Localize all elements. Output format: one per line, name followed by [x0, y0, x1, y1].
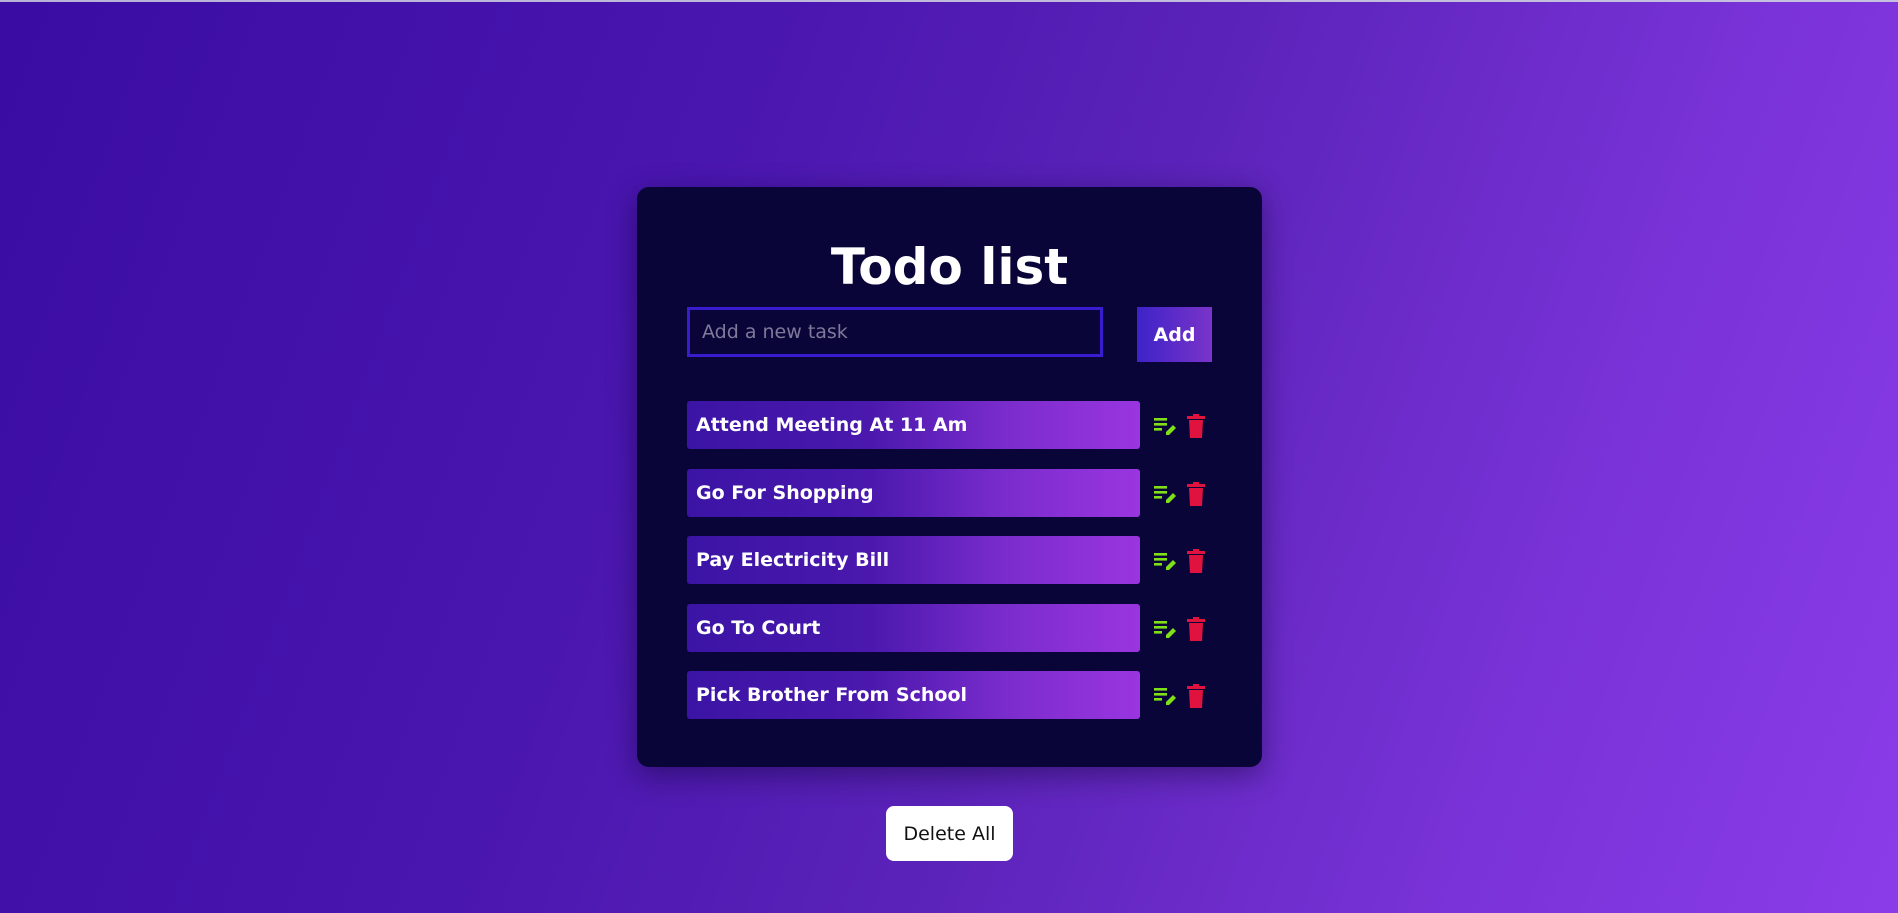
task-list: Attend Meeting At 11 Am Go For Shopping	[687, 401, 1217, 739]
task-label: Go For Shopping	[687, 468, 1140, 517]
task-label: Pay Electricity Bill	[687, 536, 1140, 584]
trash-icon[interactable]	[1186, 548, 1206, 574]
top-edge-line	[0, 0, 1898, 2]
edit-icon[interactable]	[1153, 481, 1179, 507]
task-label: Attend Meeting At 11 Am	[687, 401, 1140, 449]
edit-icon[interactable]	[1153, 616, 1179, 642]
trash-icon[interactable]	[1186, 413, 1206, 439]
edit-icon[interactable]	[1153, 683, 1179, 709]
task-label: Pick Brother From School	[687, 671, 1140, 719]
trash-icon[interactable]	[1186, 481, 1206, 507]
task-item: Go For Shopping	[687, 468, 1217, 517]
task-label: Go To Court	[687, 603, 1140, 652]
task-item: Go To Court	[687, 603, 1217, 652]
edit-icon[interactable]	[1153, 548, 1179, 574]
add-task-button[interactable]: Add	[1137, 307, 1212, 362]
new-task-input[interactable]	[687, 307, 1103, 357]
task-item: Pay Electricity Bill	[687, 536, 1217, 584]
trash-icon[interactable]	[1186, 616, 1206, 642]
task-item: Attend Meeting At 11 Am	[687, 401, 1217, 449]
trash-icon[interactable]	[1186, 683, 1206, 709]
page-title: Todo list	[830, 238, 1069, 296]
delete-all-button[interactable]: Delete All	[886, 806, 1013, 861]
edit-icon[interactable]	[1153, 413, 1179, 439]
todo-card: Todo list Add Attend Meeting At 11 Am	[637, 187, 1262, 767]
task-item: Pick Brother From School	[687, 671, 1217, 719]
